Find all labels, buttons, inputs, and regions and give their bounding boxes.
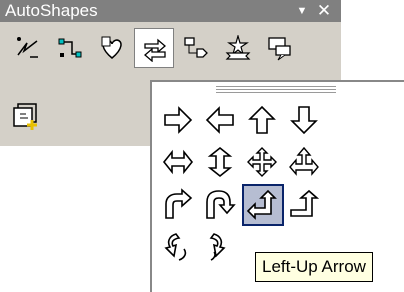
toolbar-close-icon[interactable]: ✕ [315,2,333,20]
shape-left-right-arrow[interactable] [158,142,200,184]
left-right-arrow-icon [162,149,194,175]
shape-up-arrow[interactable] [242,100,284,142]
palette-drag-handle[interactable] [216,86,336,93]
block-arrows-icon [144,38,166,62]
shape-u-turn-arrow[interactable] [200,184,242,226]
lines-icon [17,37,38,58]
flowchart-icon [184,37,208,58]
left-arrow-icon [205,106,234,134]
shape-bent-up-arrow[interactable] [284,184,326,226]
bent-up-arrow-icon [290,189,320,217]
curved-left-arrow-icon [209,233,226,261]
shape-quad-arrow[interactable] [242,142,284,184]
shape-up-down-arrow[interactable] [200,142,242,184]
up-arrow-icon [248,105,276,134]
callouts-icon [268,37,291,61]
toolbar-title: AutoShapes [5,1,98,20]
lines-button[interactable] [8,28,48,68]
more-autoshapes-button[interactable] [10,100,46,136]
down-arrow-icon [290,106,318,135]
bent-arrow-icon [165,188,193,219]
shape-tooltip: Left-Up Arrow [255,252,373,282]
basic-shapes-icon [101,36,122,59]
up-down-arrow-icon [207,146,233,178]
shape-curved-right-arrow[interactable] [158,226,200,268]
connectors-button[interactable] [50,28,90,68]
toolbar-titlebar[interactable]: AutoShapes ▼ ✕ [0,0,341,22]
quad-arrow-icon [247,147,277,177]
shape-right-arrow[interactable] [158,100,200,142]
u-turn-arrow-icon [206,190,236,219]
shape-left-up-arrow[interactable] [242,184,284,226]
left-right-up-arrow-icon [289,146,319,176]
stars-banners-icon [225,35,251,60]
shape-down-arrow[interactable] [284,100,326,142]
shape-curved-left-arrow[interactable] [200,226,242,268]
more-autoshapes-icon [13,103,37,130]
right-arrow-icon [164,106,193,134]
toolbar-options-dropdown-icon[interactable]: ▼ [293,2,311,20]
connectors-icon [58,38,82,58]
basic-shapes-button[interactable] [92,28,132,68]
callouts-button[interactable] [260,28,300,68]
flowchart-button[interactable] [176,28,216,68]
left-up-arrow-icon [246,189,277,220]
shape-bent-arrow[interactable] [158,184,200,226]
shape-left-arrow[interactable] [200,100,242,142]
stars-banners-button[interactable] [218,28,258,68]
curved-right-arrow-icon [164,233,187,261]
shape-left-right-up-arrow[interactable] [284,142,326,184]
block-arrows-button[interactable] [134,28,174,68]
